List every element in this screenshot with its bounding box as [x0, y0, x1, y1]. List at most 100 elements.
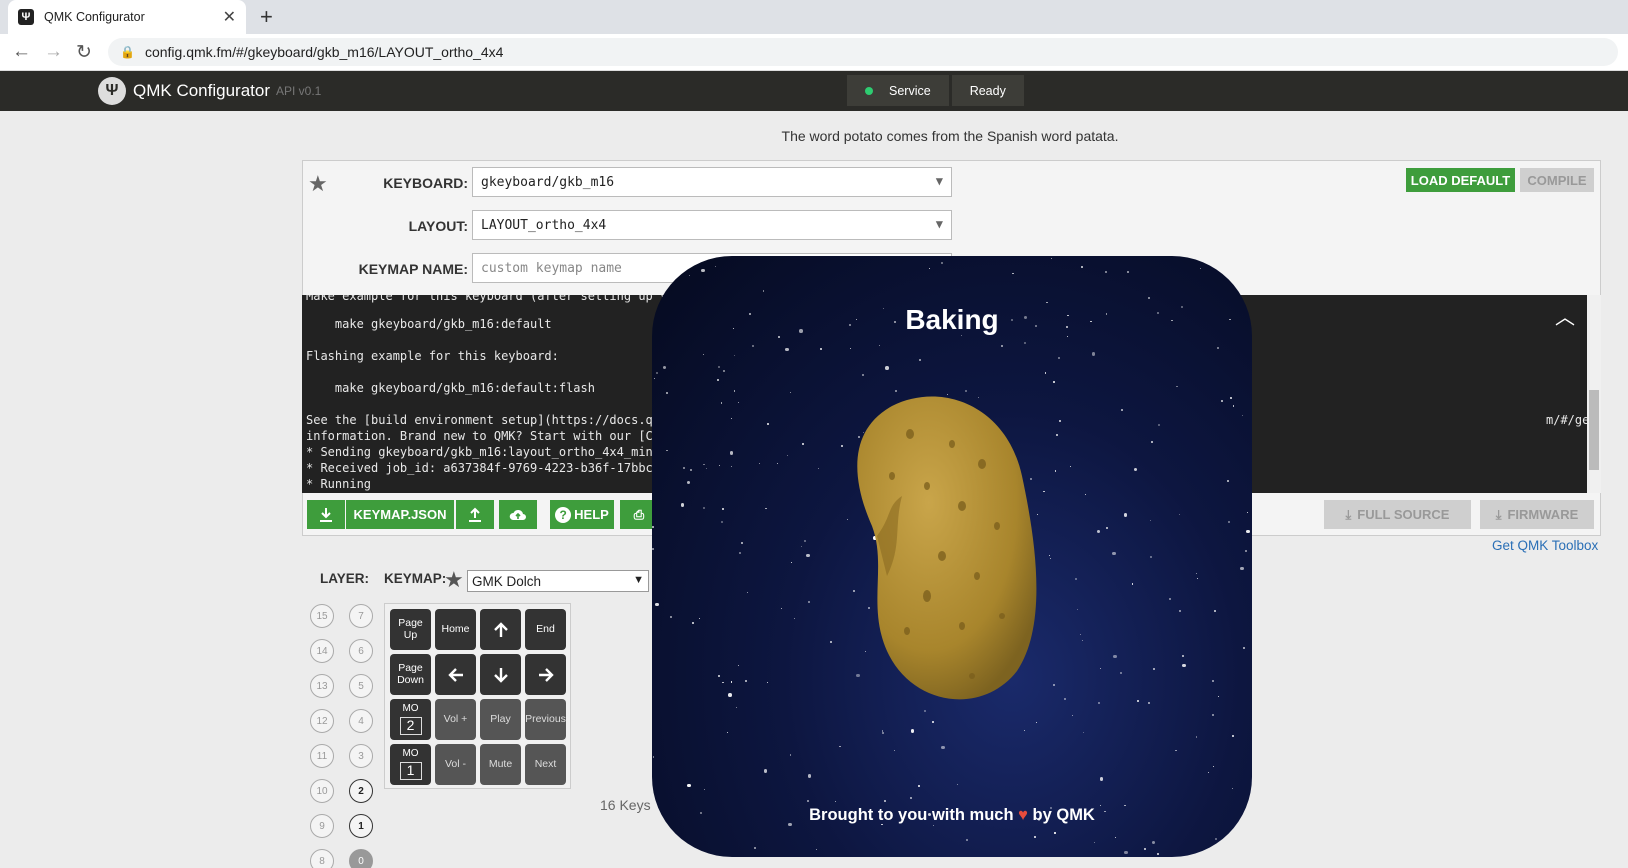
- layer-button-5[interactable]: 5: [349, 674, 373, 698]
- star-dot: [1123, 513, 1128, 517]
- key-7[interactable]: [525, 654, 566, 695]
- app-header: Ψ QMK Configurator API v0.1 Service Read…: [0, 71, 1628, 111]
- key-5[interactable]: [435, 654, 476, 695]
- full-source-button[interactable]: ⤓ FULL SOURCE: [1324, 500, 1471, 529]
- key-1[interactable]: Home: [435, 609, 476, 650]
- star-dot: [1149, 520, 1151, 522]
- key-15[interactable]: Next: [525, 744, 566, 785]
- star-dot: [1069, 466, 1071, 468]
- star-dot: [727, 731, 729, 734]
- key-8[interactable]: MO 2: [390, 699, 431, 740]
- layer-button-8[interactable]: 8: [310, 849, 334, 868]
- help-button[interactable]: ? HELP: [550, 500, 614, 529]
- star-dot: [733, 354, 736, 356]
- forward-icon[interactable]: →: [44, 41, 63, 63]
- star-dot: [1112, 551, 1116, 556]
- star-dot: [850, 348, 852, 350]
- console-scrollbar[interactable]: [1587, 295, 1601, 493]
- star-dot: [807, 800, 810, 803]
- star-dot: [789, 391, 792, 393]
- star-dot: [941, 261, 944, 264]
- layer-button-1[interactable]: 1: [349, 814, 373, 838]
- star-dot: [722, 682, 724, 684]
- star-dot: [664, 831, 667, 834]
- star-dot: [1114, 836, 1116, 839]
- url-field[interactable]: 🔒 config.qmk.fm/#/gkeyboard/gkb_m16/LAYO…: [108, 38, 1618, 66]
- compile-button[interactable]: COMPILE: [1520, 168, 1594, 192]
- star-dot: [1137, 699, 1140, 702]
- key-3[interactable]: End: [525, 609, 566, 650]
- firmware-button[interactable]: ⤓ FIRMWARE: [1480, 500, 1594, 529]
- key-12[interactable]: MO 1: [390, 744, 431, 785]
- layer-button-2[interactable]: 2: [349, 779, 373, 803]
- upload-keymap-button[interactable]: [456, 500, 494, 529]
- keyboard-select[interactable]: gkeyboard/gkb_m16 ▼: [472, 167, 952, 197]
- qmk-toolbox-link[interactable]: Get QMK Toolbox: [1492, 538, 1598, 553]
- key-13[interactable]: Vol -: [435, 744, 476, 785]
- layer-button-4[interactable]: 4: [349, 709, 373, 733]
- layer-button-10[interactable]: 10: [310, 779, 334, 803]
- star-dot: [1246, 512, 1249, 514]
- layer-button-3[interactable]: 3: [349, 744, 373, 768]
- star-dot: [1232, 405, 1235, 407]
- overlay-title: Baking: [905, 304, 999, 335]
- layout-value: LAYOUT_ortho_4x4: [481, 217, 607, 233]
- star-dot: [690, 469, 692, 471]
- key-6[interactable]: [480, 654, 521, 695]
- key-0[interactable]: Page Up: [390, 609, 431, 650]
- new-tab-icon[interactable]: +: [260, 4, 273, 30]
- key-4[interactable]: Page Down: [390, 654, 431, 695]
- potato-icon: [857, 396, 1037, 700]
- layer-button-0[interactable]: 0: [349, 849, 373, 868]
- layer-button-12[interactable]: 12: [310, 709, 334, 733]
- star-dot: [729, 451, 734, 455]
- key-11[interactable]: Previous: [525, 699, 566, 740]
- keymap-json-button[interactable]: KEYMAP.JSON: [346, 500, 454, 529]
- key-14[interactable]: Mute: [480, 744, 521, 785]
- favorite-keymap-star-icon[interactable]: ★: [444, 567, 464, 593]
- layer-button-14[interactable]: 14: [310, 639, 334, 663]
- key-2[interactable]: [480, 609, 521, 650]
- star-dot: [765, 507, 767, 509]
- star-dot: [835, 800, 837, 802]
- cloud-upload-button[interactable]: [499, 500, 537, 529]
- star-dot: [1242, 414, 1244, 416]
- star-dot: [1035, 721, 1037, 724]
- star-dot: [728, 693, 732, 697]
- star-dot: [1151, 840, 1156, 845]
- layer-button-7[interactable]: 7: [349, 604, 373, 628]
- console-line: Make example for this keyboard (after se…: [306, 295, 689, 303]
- star-dot: [1147, 297, 1150, 300]
- layer-button-9[interactable]: 9: [310, 814, 334, 838]
- console-line: * Running: [306, 477, 372, 491]
- chevron-down-icon: ▼: [935, 174, 943, 188]
- load-default-button[interactable]: LOAD DEFAULT: [1406, 168, 1515, 192]
- download-keymap-button[interactable]: [307, 500, 345, 529]
- url-text: config.qmk.fm/#/gkeyboard/gkb_m16/LAYOUT…: [144, 44, 504, 60]
- close-tab-icon[interactable]: ✕: [223, 7, 236, 27]
- star-dot: [1124, 850, 1128, 855]
- layer-button-13[interactable]: 13: [310, 674, 334, 698]
- star-dot: [1200, 267, 1202, 269]
- key-9[interactable]: Vol +: [435, 699, 476, 740]
- layout-select[interactable]: LAYOUT_ortho_4x4 ▼: [472, 210, 952, 240]
- star-dot: [721, 402, 723, 404]
- back-icon[interactable]: ←: [12, 41, 31, 63]
- star-dot: [1231, 735, 1234, 738]
- collapse-console-icon[interactable]: ︿: [1555, 301, 1575, 330]
- browser-tab[interactable]: Ψ QMK Configurator ✕: [8, 0, 246, 34]
- help-label: HELP: [574, 507, 609, 522]
- star-dot: [733, 390, 735, 392]
- baking-overlay: Baking Brought to you with much ♥ by QMK: [652, 256, 1252, 857]
- keymap-select[interactable]: GMK Dolch ▼: [467, 570, 649, 592]
- layer-button-15[interactable]: 15: [310, 604, 334, 628]
- layer-button-11[interactable]: 11: [310, 744, 334, 768]
- star-dot: [956, 784, 958, 786]
- scroll-thumb[interactable]: [1589, 390, 1599, 470]
- key-10[interactable]: Play: [480, 699, 521, 740]
- reload-icon[interactable]: ↻: [76, 41, 92, 64]
- brand[interactable]: Ψ QMK Configurator API v0.1: [98, 77, 321, 105]
- layer-button-6[interactable]: 6: [349, 639, 373, 663]
- arrow-left-icon: [447, 667, 463, 682]
- star-dot: [1023, 730, 1025, 732]
